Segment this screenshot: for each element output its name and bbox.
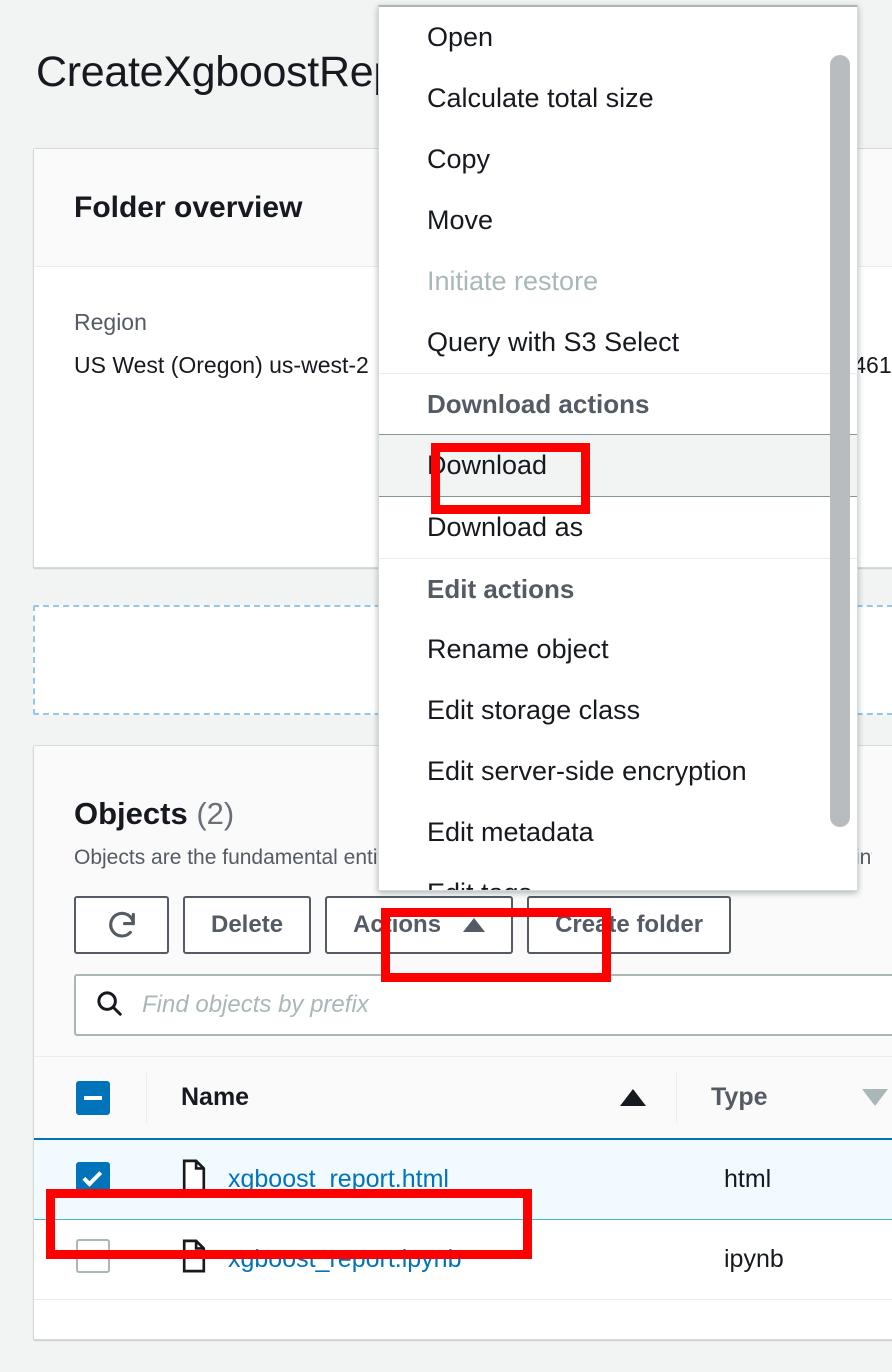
column-header-name-label: Name bbox=[181, 1083, 249, 1112]
menu-item-open[interactable]: Open bbox=[379, 7, 857, 68]
create-folder-button[interactable]: Create folder bbox=[527, 896, 731, 954]
objects-toolbar: Delete Actions Create folder bbox=[74, 896, 872, 954]
indeterminate-dash-icon bbox=[84, 1096, 102, 1100]
row-type-cell: ipynb bbox=[676, 1219, 892, 1299]
column-header-type[interactable]: Type bbox=[676, 1057, 892, 1139]
objects-table-header-row: Name Type bbox=[34, 1057, 892, 1139]
objects-table-head: Name Type bbox=[34, 1057, 892, 1139]
actions-button-label: Actions bbox=[353, 911, 441, 939]
menu-item-copy[interactable]: Copy bbox=[379, 129, 857, 190]
object-name-link[interactable]: xgboost_report.html bbox=[228, 1165, 449, 1194]
menu-group-download-actions: Download actions bbox=[379, 373, 857, 434]
menu-item-edit-server-side-encryption[interactable]: Edit server-side encryption bbox=[379, 741, 857, 802]
find-objects-search[interactable] bbox=[74, 974, 892, 1036]
refresh-icon bbox=[105, 908, 139, 942]
select-all-checkbox[interactable] bbox=[76, 1081, 110, 1115]
objects-table-body: xgboost_report.html html bbox=[34, 1139, 892, 1299]
file-icon bbox=[180, 1239, 208, 1280]
objects-title-text: Objects bbox=[74, 796, 188, 831]
object-name-link[interactable]: xgboost_report.ipynb bbox=[228, 1245, 461, 1274]
menu-item-download[interactable]: Download bbox=[379, 434, 857, 497]
menu-item-download-as[interactable]: Download as bbox=[379, 497, 857, 558]
delete-button[interactable]: Delete bbox=[183, 896, 311, 954]
check-icon bbox=[82, 1167, 102, 1187]
refresh-button[interactable] bbox=[74, 896, 169, 954]
menu-item-move[interactable]: Move bbox=[379, 190, 857, 251]
menu-item-rename-object[interactable]: Rename object bbox=[379, 619, 857, 680]
row-select-cell bbox=[34, 1139, 146, 1219]
column-header-type-label: Type bbox=[711, 1083, 768, 1112]
objects-count: (2) bbox=[196, 796, 234, 831]
column-header-name[interactable]: Name bbox=[146, 1057, 676, 1139]
menu-item-edit-storage-class[interactable]: Edit storage class bbox=[379, 680, 857, 741]
search-input[interactable] bbox=[140, 990, 892, 1020]
row-select-cell bbox=[34, 1219, 146, 1299]
table-row[interactable]: xgboost_report.ipynb ipynb bbox=[34, 1219, 892, 1299]
search-icon bbox=[94, 988, 124, 1023]
object-type-value: ipynb bbox=[676, 1245, 892, 1274]
select-all-header bbox=[34, 1057, 146, 1139]
objects-table: Name Type bbox=[34, 1057, 892, 1300]
file-icon bbox=[180, 1159, 208, 1200]
row-checkbox[interactable] bbox=[76, 1239, 110, 1273]
row-type-cell: html bbox=[676, 1139, 892, 1219]
menu-item-calculate-total-size[interactable]: Calculate total size bbox=[379, 68, 857, 129]
folder-overview-heading: Folder overview bbox=[74, 191, 302, 225]
menu-item-initiate-restore: Initiate restore bbox=[379, 251, 857, 312]
sort-ascending-icon bbox=[620, 1089, 646, 1106]
actions-dropdown-menu: Open Calculate total size Copy Move Init… bbox=[378, 5, 858, 891]
menu-group-edit-actions: Edit actions bbox=[379, 558, 857, 619]
row-checkbox[interactable] bbox=[76, 1162, 110, 1196]
object-type-value: html bbox=[676, 1165, 892, 1194]
table-row[interactable]: xgboost_report.html html bbox=[34, 1139, 892, 1219]
row-name-cell: xgboost_report.html bbox=[146, 1139, 676, 1219]
sort-descending-icon bbox=[862, 1089, 888, 1106]
menu-item-edit-tags[interactable]: Edit tags bbox=[379, 863, 857, 891]
menu-item-query-with-s3-select[interactable]: Query with S3 Select bbox=[379, 312, 857, 373]
actions-button[interactable]: Actions bbox=[325, 896, 513, 954]
menu-item-edit-metadata[interactable]: Edit metadata bbox=[379, 802, 857, 863]
menu-scrollbar[interactable] bbox=[830, 13, 850, 885]
menu-scrollbar-thumb[interactable] bbox=[830, 55, 850, 827]
row-name-cell: xgboost_report.ipynb bbox=[146, 1219, 676, 1299]
chevron-up-icon bbox=[463, 918, 485, 932]
